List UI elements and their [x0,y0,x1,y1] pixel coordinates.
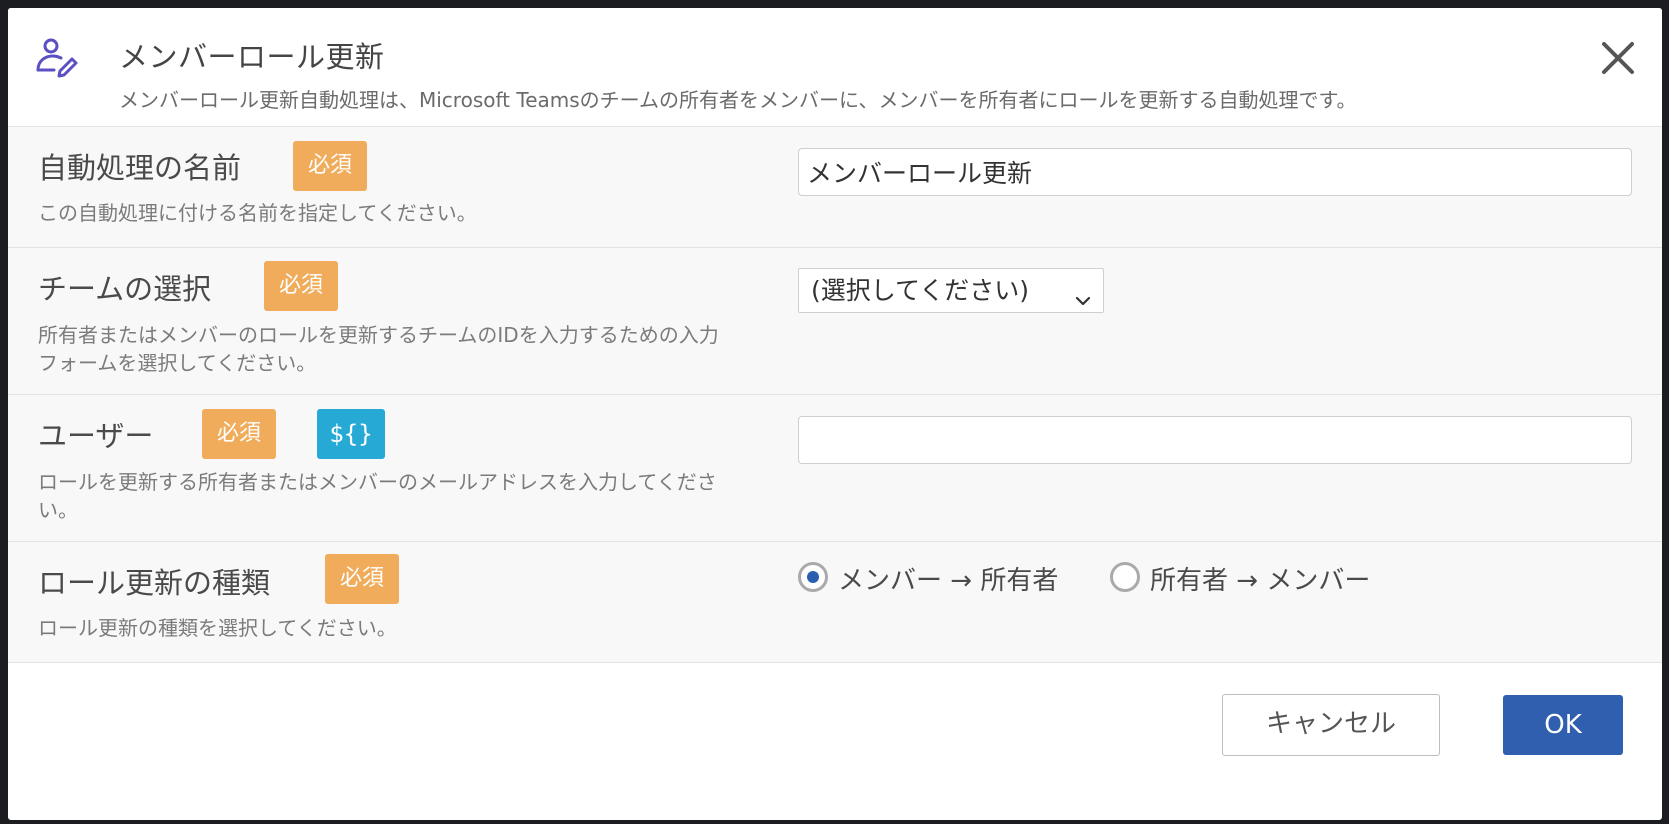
team-select-value: (選択してください) [811,276,1030,305]
field-label: ロール更新の種類 [38,566,271,600]
field-label: 自動処理の名前 [38,151,242,185]
cancel-button[interactable]: キャンセル [1222,694,1440,756]
dialog-footer: キャンセル OK [8,663,1662,786]
radio-selected-dot [807,571,819,583]
member-role-update-dialog: メンバーロール更新 メンバーロール更新自動処理は、Microsoft Teams… [8,8,1662,820]
field-description: ロール更新の種類を選択してください。 [38,616,397,640]
variable-badge[interactable]: ${} [317,409,385,459]
dialog-description: メンバーロール更新自動処理は、Microsoft Teamsのチームの所有者をメ… [119,88,1357,112]
field-row-user: ユーザー 必須 ${} ロールを更新する所有者またはメンバーのメールアドレスを入… [8,395,1662,542]
team-select[interactable]: (選択してください) [798,268,1104,313]
field-description: この自動処理に付ける名前を指定してください。 [38,201,477,225]
required-badge: 必須 [202,409,276,459]
radio-label[interactable]: メンバー → 所有者 [838,560,1058,597]
field-description: 所有者またはメンバーのロールを更新するチームのIDを入力するための入力フォームを… [38,323,719,375]
field-label: ユーザー [38,419,154,453]
field-row-team: チームの選択 必須 所有者またはメンバーのロールを更新するチームのIDを入力する… [8,248,1662,395]
ok-button[interactable]: OK [1503,695,1623,755]
field-description: ロールを更新する所有者またはメンバーのメールアドレスを入力してください。 [38,470,717,522]
required-badge: 必須 [293,141,367,191]
dialog-title: メンバーロール更新 [119,40,385,74]
close-icon[interactable] [1596,36,1640,80]
chevron-down-icon [1073,281,1093,306]
user-edit-icon [34,34,80,80]
field-row-role-type: ロール更新の種類 必須 ロール更新の種類を選択してください。 メンバー → 所有… [8,542,1662,663]
radio-member-to-owner[interactable] [798,562,828,592]
required-badge: 必須 [325,554,399,604]
required-badge: 必須 [264,261,338,311]
field-label: チームの選択 [38,272,212,306]
radio-label[interactable]: 所有者 → メンバー [1150,560,1370,597]
dialog-header: メンバーロール更新 メンバーロール更新自動処理は、Microsoft Teams… [8,8,1662,127]
field-row-name: 自動処理の名前 必須 この自動処理に付ける名前を指定してください。 [8,127,1662,248]
automation-name-input[interactable] [798,148,1632,196]
radio-owner-to-member[interactable] [1110,562,1140,592]
user-email-input[interactable] [798,416,1632,464]
